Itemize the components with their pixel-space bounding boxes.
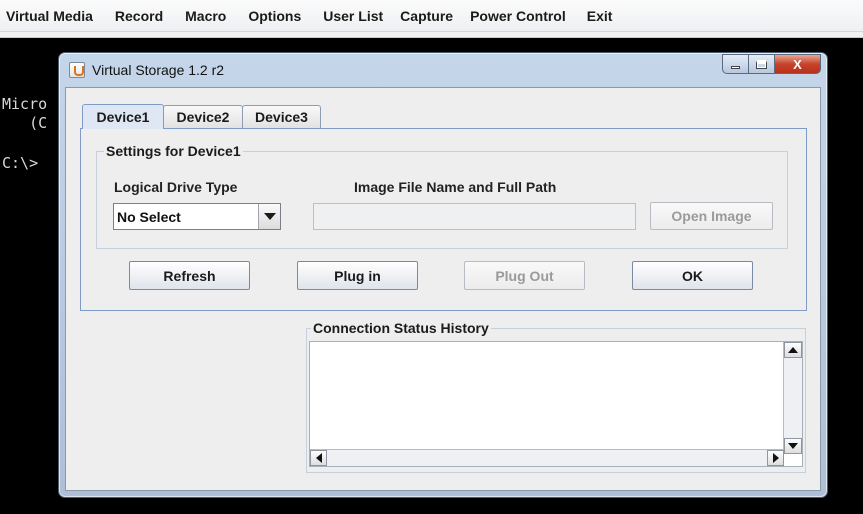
settings-group-title: Settings for Device1 (104, 143, 243, 159)
image-path-field[interactable] (313, 203, 636, 230)
menu-exit[interactable]: Exit (587, 8, 613, 24)
menu-power-control[interactable]: Power Control (470, 8, 566, 24)
device1-tab-panel: Settings for Device1 Logical Drive Type … (80, 128, 807, 311)
java-app-icon (69, 62, 85, 78)
connection-status-history-log[interactable] (309, 341, 803, 467)
menu-macro[interactable]: Macro (185, 8, 226, 24)
scroll-right-button[interactable] (767, 450, 784, 466)
tab-device2[interactable]: Device2 (163, 105, 243, 128)
connection-status-history-group: Connection Status History (306, 320, 806, 473)
menu-options[interactable]: Options (248, 8, 301, 24)
maximize-button[interactable] (749, 54, 775, 74)
scroll-up-button[interactable] (784, 342, 802, 358)
dropdown-arrow-icon (263, 213, 276, 220)
menu-user-list[interactable]: User List (323, 8, 383, 24)
logical-drive-type-label: Logical Drive Type (114, 179, 238, 195)
plug-out-button[interactable]: Plug Out (464, 261, 585, 290)
horizontal-scrollbar[interactable] (310, 449, 784, 466)
connection-status-history-title: Connection Status History (311, 320, 491, 336)
scroll-right-icon (772, 453, 779, 463)
ok-button[interactable]: OK (632, 261, 753, 290)
menu-record[interactable]: Record (115, 8, 163, 24)
console-line-1: Micro (2, 95, 48, 113)
logical-drive-type-value: No Select (117, 209, 181, 225)
close-icon: X (793, 56, 802, 72)
menu-divider (0, 32, 863, 38)
vertical-scrollbar[interactable] (783, 342, 802, 454)
title-bar[interactable]: Virtual Storage 1.2 r2 X (59, 53, 827, 87)
window-client-area: Device1 Device2 Device3 Settings for Dev… (65, 87, 821, 491)
menu-virtual-media[interactable]: Virtual Media (6, 8, 93, 24)
image-path-label: Image File Name and Full Path (354, 179, 557, 195)
plug-in-button[interactable]: Plug in (297, 261, 418, 290)
caption-buttons: X (722, 54, 821, 74)
settings-group: Settings for Device1 Logical Drive Type … (96, 143, 788, 249)
dropdown-button[interactable] (258, 204, 280, 229)
virtual-storage-window: Virtual Storage 1.2 r2 X Device1 Device2… (58, 52, 828, 498)
tab-device3[interactable]: Device3 (242, 105, 321, 128)
logical-drive-type-select[interactable]: No Select (113, 203, 281, 230)
close-button[interactable]: X (775, 54, 821, 74)
tab-device1[interactable]: Device1 (82, 104, 164, 129)
window-title: Virtual Storage 1.2 r2 (92, 62, 225, 78)
scroll-left-button[interactable] (310, 450, 327, 466)
scroll-left-icon (315, 453, 322, 463)
refresh-button[interactable]: Refresh (129, 261, 250, 290)
scroll-down-button[interactable] (784, 438, 802, 454)
menu-capture[interactable]: Capture (400, 8, 453, 24)
maximize-icon (756, 59, 767, 69)
open-image-button[interactable]: Open Image (650, 202, 773, 230)
minimize-icon (731, 65, 740, 69)
console-line-2: (C (2, 114, 48, 132)
minimize-button[interactable] (722, 54, 749, 74)
console-prompt: C:\> (2, 154, 39, 172)
scroll-down-icon (788, 443, 798, 449)
scroll-up-icon (788, 347, 798, 353)
menu-bar: Virtual Media Record Macro Options User … (0, 0, 863, 32)
